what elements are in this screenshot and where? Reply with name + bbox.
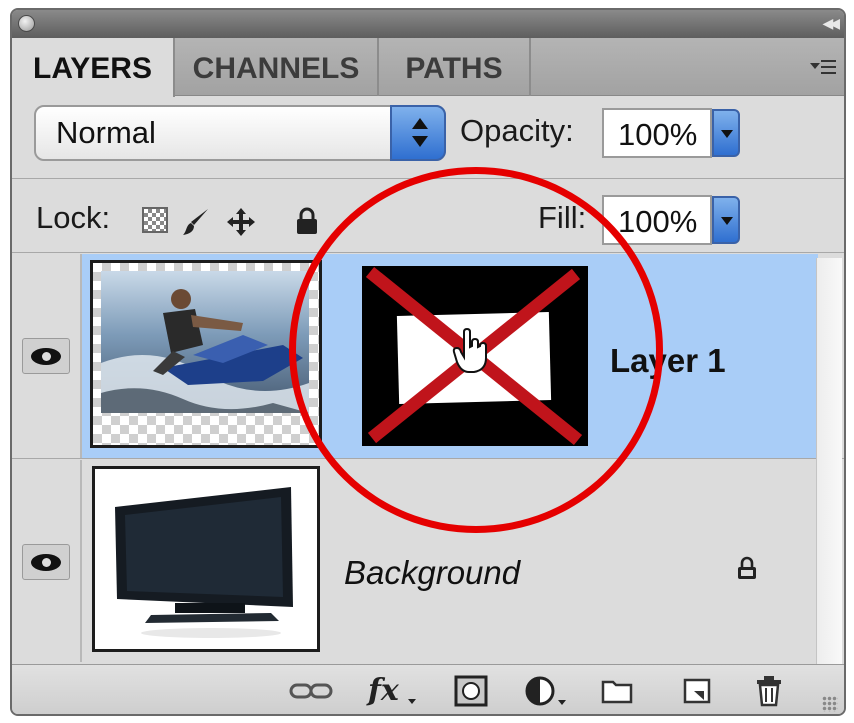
lock-image-pixels-icon[interactable] [182, 207, 208, 235]
lock-label: Lock: [36, 200, 111, 235]
tab-layers[interactable]: LAYERS [12, 38, 175, 97]
close-panel-icon[interactable] [18, 15, 35, 32]
layer-name-background[interactable]: Background [344, 554, 520, 592]
lock-all-icon[interactable] [294, 207, 320, 234]
tv-image-icon [115, 487, 293, 638]
new-layer-icon[interactable] [680, 675, 714, 707]
resize-grip-icon[interactable] [822, 696, 838, 712]
blend-mode-stepper-icon[interactable] [390, 105, 446, 161]
opacity-label: Opacity: [460, 113, 574, 148]
adjustment-layer-icon[interactable] [524, 675, 568, 707]
opacity-input[interactable]: 100% [602, 108, 712, 158]
delete-layer-icon[interactable] [752, 675, 786, 707]
blend-mode-select[interactable]: Normal [34, 105, 446, 161]
double-chevron-left-icon[interactable]: ◀◀ [822, 15, 839, 32]
new-group-icon[interactable] [600, 675, 634, 707]
tab-paths[interactable]: PATHS [379, 38, 531, 96]
tab-channels[interactable]: CHANNELS [175, 38, 379, 96]
fx-label: fx [368, 673, 399, 708]
fill-dropdown-button[interactable] [712, 196, 740, 244]
red-circle-annotation [289, 167, 663, 533]
eye-icon[interactable] [22, 544, 70, 580]
panel-tabs: LAYERS CHANNELS PATHS [12, 38, 844, 97]
lock-transparent-pixels-icon[interactable] [142, 207, 168, 233]
layer-thumbnail[interactable] [90, 260, 322, 448]
layer-thumbnail[interactable] [92, 466, 320, 652]
visibility-column [12, 254, 82, 458]
layers-scrollbar[interactable] [816, 258, 842, 666]
layers-panel: ◀◀ LAYERS CHANNELS PATHS Normal Opacity:… [10, 8, 846, 716]
blend-mode-value: Normal [56, 115, 156, 150]
lock-position-icon[interactable] [226, 207, 255, 236]
add-mask-icon[interactable] [454, 675, 488, 707]
panel-menu-icon[interactable] [810, 58, 836, 76]
visibility-column [12, 460, 82, 662]
layer-locked-icon [736, 556, 758, 585]
layer-style-icon[interactable]: fx [368, 673, 418, 708]
layers-bottom-bar: fx [12, 664, 844, 714]
opacity-dropdown-button[interactable] [712, 109, 740, 157]
eye-icon[interactable] [22, 338, 70, 374]
link-layers-icon[interactable] [288, 675, 334, 707]
jetski-photo-icon [101, 271, 309, 413]
panel-title-bar[interactable]: ◀◀ [12, 10, 844, 38]
